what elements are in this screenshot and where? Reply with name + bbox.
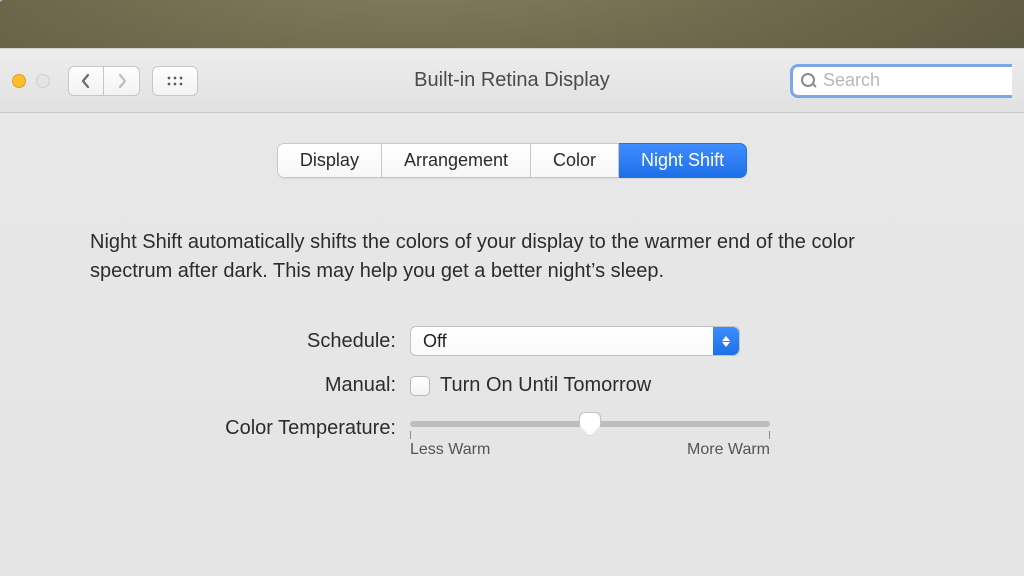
color-temp-label: Color Temperature: xyxy=(60,415,410,440)
tab-bar: Display Arrangement Color Night Shift xyxy=(277,143,747,178)
manual-checkbox-label: Turn On Until Tomorrow xyxy=(440,374,651,397)
tab-display[interactable]: Display xyxy=(277,143,382,178)
schedule-row: Schedule: Off xyxy=(60,326,964,356)
slider-tick-min xyxy=(410,431,411,439)
schedule-value: Off xyxy=(411,331,447,352)
slider-max-label: More Warm xyxy=(687,441,770,459)
desktop-wallpaper xyxy=(0,0,1024,48)
grid-icon xyxy=(166,75,184,87)
slider-track xyxy=(410,421,770,427)
slider-tick-max xyxy=(769,431,770,439)
show-all-button[interactable] xyxy=(152,66,198,96)
window-toolbar: Built-in Retina Display xyxy=(0,49,1024,113)
tab-night-shift[interactable]: Night Shift xyxy=(619,143,747,178)
tab-color[interactable]: Color xyxy=(531,143,619,178)
content-area: Display Arrangement Color Night Shift Ni… xyxy=(0,113,1024,459)
manual-label: Manual: xyxy=(60,374,410,397)
tab-arrangement[interactable]: Arrangement xyxy=(382,143,531,178)
window-controls xyxy=(12,74,50,88)
chevron-left-icon xyxy=(80,73,92,89)
chevron-right-icon xyxy=(116,73,128,89)
slider-labels: Less Warm More Warm xyxy=(410,441,770,459)
slider-thumb[interactable] xyxy=(579,412,601,436)
search-icon xyxy=(801,73,817,89)
traffic-light-minimize[interactable] xyxy=(36,74,50,88)
schedule-select[interactable]: Off xyxy=(410,326,740,356)
preferences-window: Built-in Retina Display Display Arrangem… xyxy=(0,48,1024,576)
slider-min-label: Less Warm xyxy=(410,441,490,459)
nav-buttons xyxy=(68,66,140,96)
color-temp-slider[interactable]: Less Warm More Warm xyxy=(410,415,770,459)
schedule-label: Schedule: xyxy=(60,330,410,353)
traffic-light-close[interactable] xyxy=(12,74,26,88)
night-shift-description: Night Shift automatically shifts the col… xyxy=(90,228,934,286)
manual-row: Manual: Turn On Until Tomorrow xyxy=(60,374,964,397)
search-input[interactable] xyxy=(823,70,1004,91)
select-caret-icon xyxy=(713,327,739,355)
forward-button[interactable] xyxy=(104,66,140,96)
search-field[interactable] xyxy=(790,64,1012,98)
manual-checkbox[interactable] xyxy=(410,376,430,396)
color-temp-row: Color Temperature: Less Warm More Warm xyxy=(60,415,964,459)
back-button[interactable] xyxy=(68,66,104,96)
